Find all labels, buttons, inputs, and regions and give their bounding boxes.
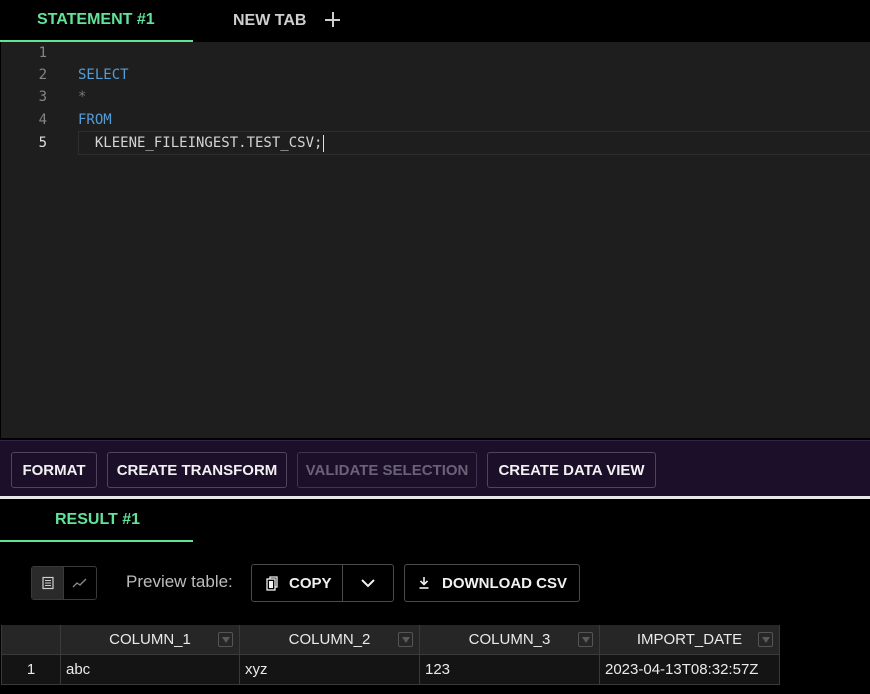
chart-view-button[interactable] [64, 567, 96, 599]
sql-editor[interactable]: 1 2 SELECT 3 * 4 FROM 5 KLEENE_FILEINGES… [1, 42, 870, 438]
create-data-view-button[interactable]: CREATE DATA VIEW [487, 452, 656, 488]
tab-new-label: NEW TAB [233, 12, 307, 29]
code-line-table: KLEENE_FILEINGEST.TEST_CSV; [78, 131, 325, 155]
table-row[interactable]: 1 abc xyz 123 2023-04-13T08:32:57Z [1, 655, 780, 685]
line-number: 1 [38, 45, 47, 61]
copy-label: COPY [289, 574, 332, 592]
filter-icon[interactable] [758, 632, 773, 647]
row-index-header [1, 625, 61, 655]
table-cell[interactable]: 2023-04-13T08:32:57Z [600, 655, 780, 685]
line-number: 3 [38, 89, 47, 105]
code-asterisk: * [78, 89, 87, 105]
editor-line: 3 * [1, 86, 870, 108]
editor-line: 2 SELECT [1, 64, 870, 86]
editor-toolbar: FORMAT CREATE TRANSFORM VALIDATE SELECTI… [0, 440, 870, 496]
create-transform-button[interactable]: CREATE TRANSFORM [107, 452, 287, 488]
table-icon [41, 576, 54, 590]
plus-icon[interactable] [324, 10, 342, 28]
grid-header-row: COLUMN_1 COLUMN_2 COLUMN_3 IMPORT_DATE [1, 625, 780, 655]
copy-icon [266, 575, 278, 591]
editor-line: 4 FROM [1, 109, 870, 131]
column-header[interactable]: COLUMN_3 [420, 625, 600, 655]
copy-options-button[interactable] [343, 565, 393, 601]
column-header-label: COLUMN_1 [109, 631, 191, 648]
text-caret [323, 134, 325, 152]
filter-icon[interactable] [578, 632, 593, 647]
chart-icon [72, 578, 87, 588]
copy-button[interactable]: COPY [252, 565, 343, 601]
preview-table-label: Preview table: [126, 572, 233, 591]
code-keyword-select: SELECT [78, 67, 129, 83]
line-number: 4 [38, 112, 47, 128]
statement-tabbar: STATEMENT #1 NEW TAB [0, 0, 870, 42]
download-csv-button[interactable]: DOWNLOAD CSV [404, 564, 580, 602]
filter-icon[interactable] [218, 632, 233, 647]
table-cell[interactable]: abc [61, 655, 240, 685]
tab-result-1[interactable]: RESULT #1 [0, 500, 193, 542]
row-index: 1 [1, 655, 61, 685]
tab-statement-1-label: STATEMENT #1 [37, 11, 155, 28]
column-header-label: COLUMN_2 [288, 631, 371, 648]
tab-result-1-label: RESULT #1 [55, 511, 141, 528]
code-keyword-from: FROM [78, 112, 112, 128]
format-button[interactable]: FORMAT [11, 452, 97, 488]
code-table-name: KLEENE_FILEINGEST.TEST_CSV; [78, 135, 323, 151]
download-csv-label: DOWNLOAD CSV [442, 574, 567, 592]
line-number: 5 [38, 135, 47, 151]
column-header[interactable]: COLUMN_2 [240, 625, 420, 655]
editor-line-current: 5 KLEENE_FILEINGEST.TEST_CSV; [1, 131, 870, 155]
tab-new[interactable]: NEW TAB [233, 0, 306, 42]
download-icon [419, 577, 429, 589]
line-number: 2 [38, 67, 47, 83]
chevron-down-icon [361, 579, 375, 588]
column-header[interactable]: IMPORT_DATE [600, 625, 780, 655]
filter-icon[interactable] [398, 632, 413, 647]
table-cell[interactable]: 123 [420, 655, 600, 685]
copy-split-button: COPY [251, 564, 394, 602]
editor-line: 1 [1, 42, 870, 64]
view-toggle [31, 566, 97, 600]
table-view-button[interactable] [32, 567, 64, 599]
column-header[interactable]: COLUMN_1 [61, 625, 240, 655]
panel-divider[interactable] [0, 496, 870, 499]
table-cell[interactable]: xyz [240, 655, 420, 685]
column-header-label: IMPORT_DATE [636, 631, 743, 648]
tab-statement-1[interactable]: STATEMENT #1 [0, 0, 193, 42]
column-header-label: COLUMN_3 [468, 631, 551, 648]
validate-selection-button: VALIDATE SELECTION [297, 452, 477, 488]
